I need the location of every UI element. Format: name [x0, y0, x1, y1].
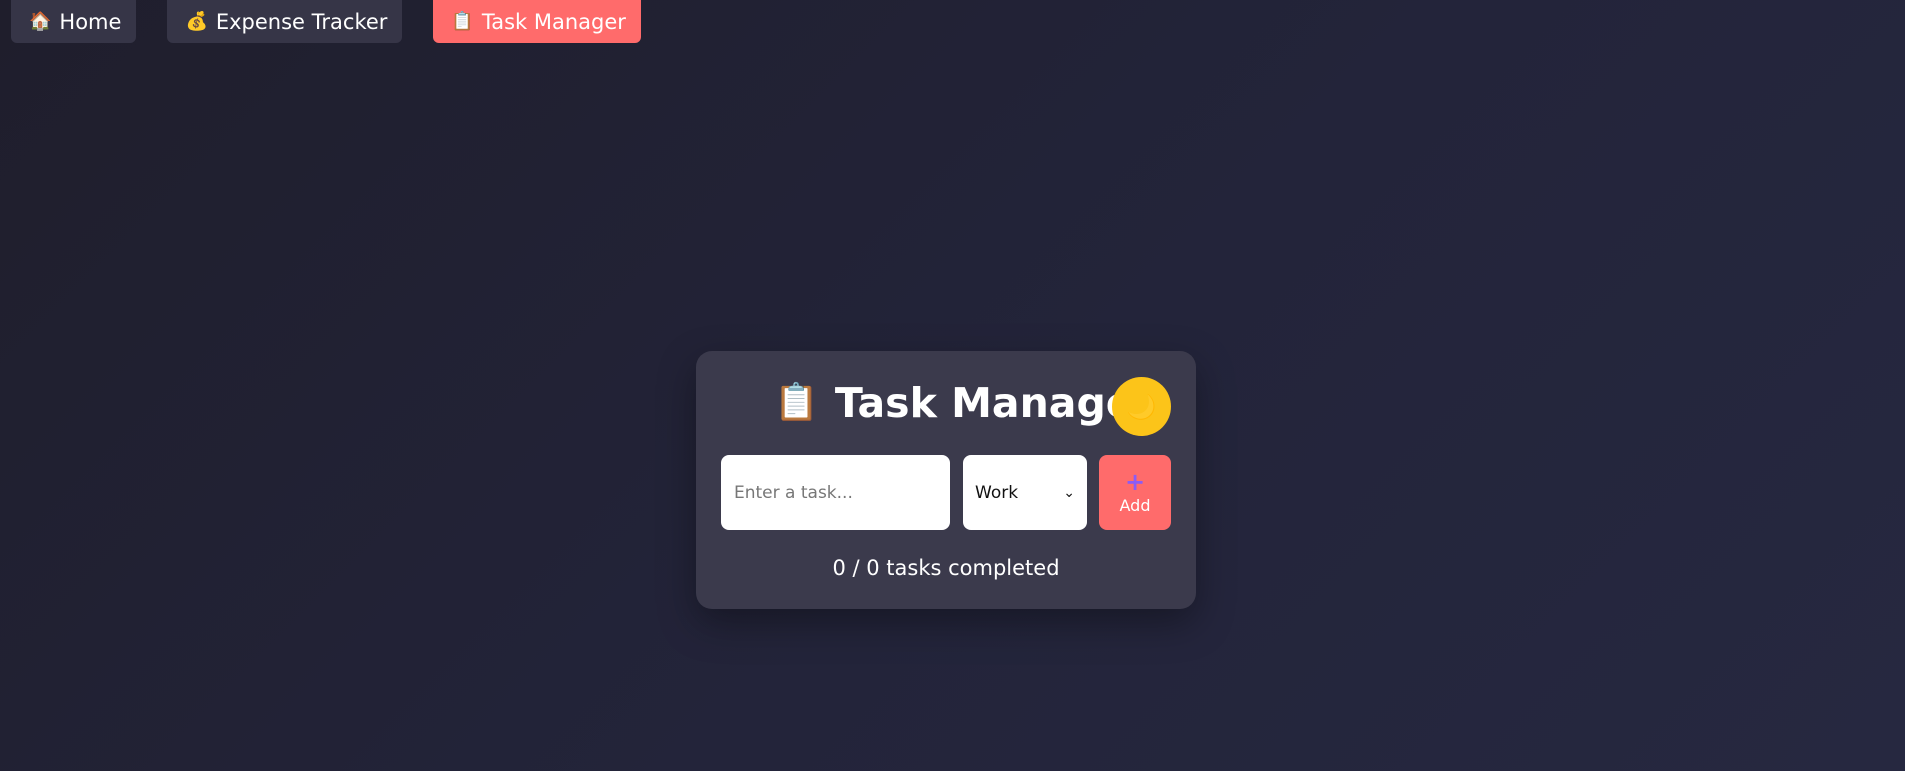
house-icon: 🏠 — [29, 10, 52, 32]
nav-home-button[interactable]: 🏠 Home — [11, 0, 137, 43]
add-task-label: Add — [1119, 496, 1151, 515]
clipboard-icon: 📋 — [774, 382, 819, 423]
clipboard-icon: 📋 — [451, 10, 474, 32]
nav-expense-tracker-label: Expense Tracker — [215, 9, 388, 34]
nav-expense-tracker-button[interactable]: 💰 Expense Tracker — [167, 0, 403, 43]
page-title-text: Task Manager — [834, 379, 1154, 427]
nav-home-label: Home — [59, 9, 122, 34]
money-bag-icon: 💰 — [185, 10, 208, 32]
task-progress-text: 0 / 0 tasks completed — [832, 556, 1060, 580]
plus-icon: + — [1124, 468, 1146, 496]
nav-task-manager-label: Task Manager — [481, 9, 626, 34]
top-navigation: 🏠 Home 💰 Expense Tracker 📋 Task Manager — [11, 0, 641, 43]
task-manager-card: 📋 Task Manager 🌙 Work ⌄ + Add 0 / 0 task… — [696, 351, 1196, 609]
page-title: 📋 Task Manager — [774, 379, 1154, 427]
theme-toggle-button[interactable]: 🌙 — [1112, 377, 1171, 436]
nav-task-manager-button[interactable]: 📋 Task Manager — [433, 0, 641, 43]
add-task-button[interactable]: + Add — [1099, 455, 1171, 530]
category-select[interactable]: Work ⌄ — [963, 455, 1087, 530]
category-select-value: Work — [975, 482, 1019, 503]
task-input[interactable] — [721, 455, 950, 530]
chevron-down-icon: ⌄ — [1063, 484, 1075, 501]
moon-icon: 🌙 — [1126, 392, 1157, 421]
